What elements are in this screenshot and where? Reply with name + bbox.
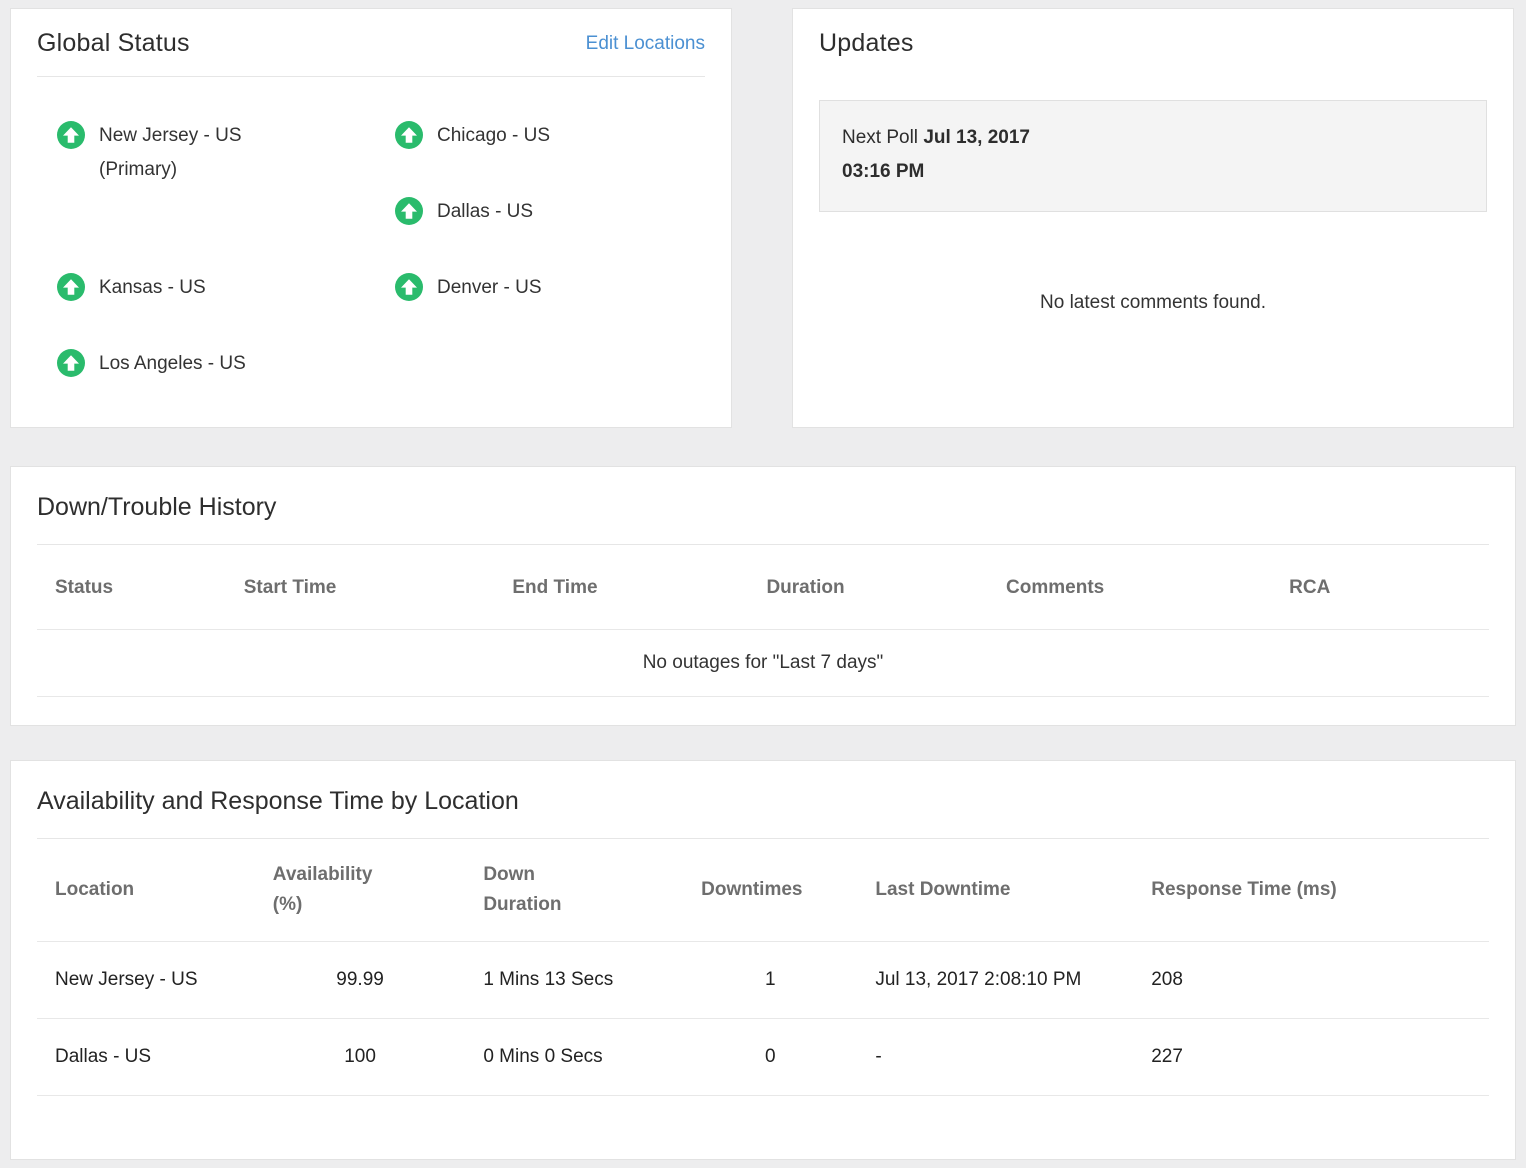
- location-label: Chicago - US: [437, 121, 550, 149]
- no-outages-message: No outages for "Last 7 days": [37, 630, 1489, 697]
- cell-down-duration: 0 Mins 0 Secs: [465, 1019, 683, 1096]
- table-header-row: Status Start Time End Time Duration Comm…: [37, 545, 1489, 630]
- global-status-panel: Global Status Edit Locations New Jersey …: [10, 8, 732, 428]
- col-location: Location: [37, 839, 255, 942]
- cell-downtimes: 0: [683, 1019, 857, 1096]
- location-label: Los Angeles - US: [99, 349, 246, 377]
- col-rca: RCA: [1271, 545, 1489, 630]
- table-header-row: Location Availability (%) Down Duration …: [37, 839, 1489, 942]
- status-up-icon: [395, 273, 423, 301]
- col-start-time: Start Time: [226, 545, 495, 630]
- col-last-downtime: Last Downtime: [857, 839, 1133, 942]
- cell-last-downtime: -: [857, 1019, 1133, 1096]
- edit-locations-link[interactable]: Edit Locations: [586, 33, 705, 55]
- global-status-header: Global Status Edit Locations: [37, 9, 705, 77]
- updates-title: Updates: [819, 29, 914, 58]
- location-item-kansas: Kansas - US: [57, 273, 395, 349]
- col-availability: Availability (%): [255, 839, 466, 942]
- cell-downtimes: 1: [683, 942, 857, 1019]
- col-response-time: Response Time (ms): [1133, 839, 1489, 942]
- cell-location: New Jersey - US: [37, 942, 255, 1019]
- status-up-icon: [395, 121, 423, 149]
- status-up-icon: [57, 121, 85, 149]
- location-label: New Jersey - US (Primary): [99, 121, 242, 183]
- updates-header: Updates: [819, 9, 1487, 76]
- location-label: Dallas - US: [437, 197, 533, 225]
- location-item-chicago: Chicago - US: [395, 121, 705, 197]
- col-duration: Duration: [748, 545, 988, 630]
- availability-panel: Availability and Response Time by Locati…: [10, 760, 1516, 1160]
- location-label: Denver - US: [437, 273, 542, 301]
- cell-location: Dallas - US: [37, 1019, 255, 1096]
- updates-panel: Updates Next Poll Jul 13, 2017 03:16 PM …: [792, 8, 1514, 428]
- cell-last-downtime: Jul 13, 2017 2:08:10 PM: [857, 942, 1133, 1019]
- next-poll-box: Next Poll Jul 13, 2017 03:16 PM: [819, 100, 1487, 212]
- top-row: Global Status Edit Locations New Jersey …: [10, 8, 1516, 428]
- location-item-new-jersey: New Jersey - US (Primary): [57, 121, 395, 273]
- col-down-duration: Down Duration: [465, 839, 683, 942]
- status-up-icon: [57, 273, 85, 301]
- availability-table: Location Availability (%) Down Duration …: [37, 839, 1489, 1096]
- cell-response-time: 227: [1133, 1019, 1489, 1096]
- down-history-title: Down/Trouble History: [37, 467, 1489, 545]
- location-item-denver: Denver - US: [395, 273, 705, 349]
- cell-availability: 100: [255, 1019, 466, 1096]
- location-item-dallas: Dallas - US: [395, 197, 705, 273]
- cell-response-time: 208: [1133, 942, 1489, 1019]
- down-history-panel: Down/Trouble History Status Start Time E…: [10, 466, 1516, 726]
- next-poll-label: Next Poll: [842, 127, 918, 148]
- down-history-table: Status Start Time End Time Duration Comm…: [37, 545, 1489, 697]
- page: Global Status Edit Locations New Jersey …: [0, 0, 1526, 1168]
- status-up-icon: [395, 197, 423, 225]
- cell-down-duration: 1 Mins 13 Secs: [465, 942, 683, 1019]
- availability-title: Availability and Response Time by Locati…: [37, 761, 1489, 839]
- cell-availability: 99.99: [255, 942, 466, 1019]
- next-poll-time-line: 03:16 PM: [842, 155, 1464, 189]
- locations-grid: New Jersey - US (Primary) Chicago - US: [57, 121, 705, 425]
- col-status: Status: [37, 545, 226, 630]
- next-poll-time: 03:16 PM: [842, 161, 924, 182]
- col-end-time: End Time: [494, 545, 748, 630]
- table-row-dallas: Dallas - US 100 0 Mins 0 Secs 0 - 227: [37, 1019, 1489, 1096]
- global-status-title: Global Status: [37, 29, 190, 58]
- col-downtimes: Downtimes: [683, 839, 857, 942]
- no-comments-message: No latest comments found.: [819, 292, 1487, 314]
- col-comments: Comments: [988, 545, 1271, 630]
- status-up-icon: [57, 349, 85, 377]
- next-poll-date: Jul 13, 2017: [923, 127, 1030, 148]
- location-label: Kansas - US: [99, 273, 206, 301]
- location-item-los-angeles: Los Angeles - US: [57, 349, 395, 425]
- next-poll-line: Next Poll Jul 13, 2017: [842, 121, 1464, 155]
- table-row-new-jersey: New Jersey - US 99.99 1 Mins 13 Secs 1 J…: [37, 942, 1489, 1019]
- empty-state-row: No outages for "Last 7 days": [37, 630, 1489, 697]
